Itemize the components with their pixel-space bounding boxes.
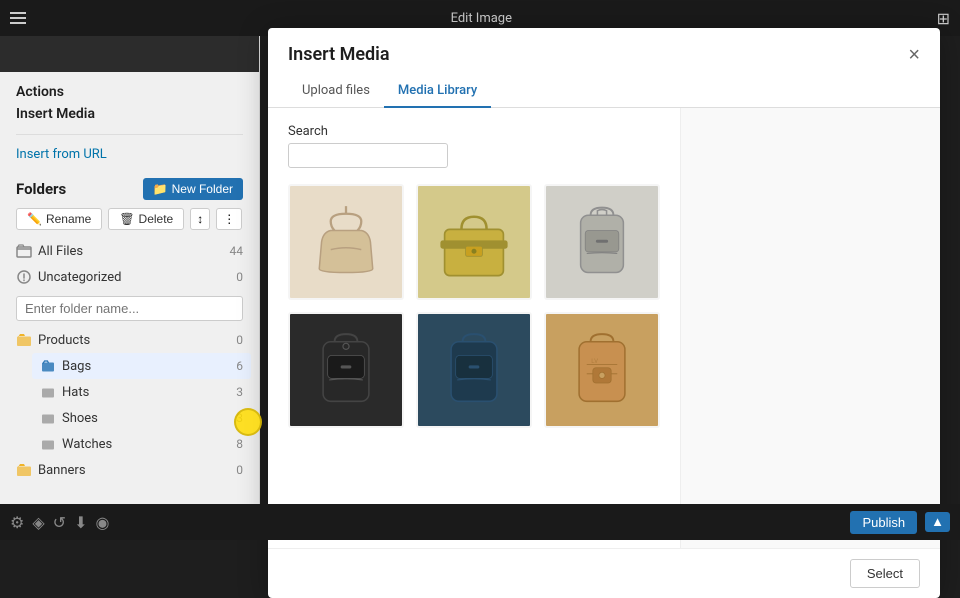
rename-icon: ✏️ [27,212,42,226]
subfolder-item-bags[interactable]: Bags 6 [32,353,251,379]
grid-icon[interactable]: ⊞ [937,9,950,28]
folder-item-all-files[interactable]: All Files 44 [8,238,251,264]
subfolder-name-hats: Hats [62,385,217,400]
bottom-bar: ⚙ ◈ ↺ ⬇ ◉ Publish ▲ [0,504,960,540]
folder-name-products: Products [38,333,217,348]
new-folder-name-container [8,290,251,327]
modal-body: Search [268,108,940,548]
sidebar-actions-section: Actions Insert Media [0,72,259,122]
media-thumbnail-5 [418,314,530,426]
subfolder-item-shoes[interactable]: Shoes 3 [32,405,251,431]
trash-icon: 🗑 [119,212,134,226]
subfolder-name-watches: Watches [62,437,217,452]
folder-count-products: 0 [223,333,243,347]
folder-icon-hats [40,384,56,400]
folder-item-banners[interactable]: Banners 0 [8,457,251,483]
subfolder-count-watches: 8 [223,437,243,451]
subfolder-count-shoes: 3 [223,411,243,425]
folders-header: Folders 📁 New Folder [0,166,259,208]
modal-footer: Select [268,548,940,598]
media-item-5[interactable] [416,312,532,428]
sort-button[interactable]: ↕ [190,208,210,230]
folder-icon-bags [40,358,56,374]
subfolders-container: Bags 6 Hats 3 Shoes 3 [8,353,251,457]
folder-icon-uncategorized [16,269,32,285]
select-button[interactable]: Select [850,559,920,588]
menu-icon[interactable] [10,12,26,24]
subfolder-count-bags: 6 [223,359,243,373]
actions-title: Actions [16,84,243,100]
modal-close-button[interactable]: × [908,45,920,65]
folder-icon-products [16,332,32,348]
folder-icon-watches [40,436,56,452]
download-icon[interactable]: ⬇ [74,513,87,532]
media-item-4[interactable] [288,312,404,428]
media-thumbnail-3 [546,186,658,298]
sidebar-top-bar [0,36,259,72]
tab-upload-files[interactable]: Upload files [288,75,384,108]
folder-item-uncategorized[interactable]: Uncategorized 0 [8,264,251,290]
delete-button[interactable]: 🗑 Delete [108,208,184,230]
chevron-up-icon[interactable]: ▲ [925,512,950,532]
folder-icon-banners [16,462,32,478]
folder-count-uncategorized: 0 [223,270,243,284]
tab-media-library[interactable]: Media Library [384,75,491,108]
more-options-button[interactable]: ⋮ [216,208,242,230]
settings-icon[interactable]: ⚙ [10,513,24,532]
subfolder-name-bags: Bags [62,359,217,374]
media-thumbnail-6: LV [546,314,658,426]
subfolder-name-shoes: Shoes [62,411,217,426]
search-label: Search [288,124,660,139]
folder-name-all-files: All Files [38,244,217,259]
folders-title: Folders [16,180,66,198]
media-thumbnail-2 [418,186,530,298]
folder-item-products[interactable]: Products 0 [8,327,251,353]
media-thumbnail-1 [290,186,402,298]
modal-main-content: Search [268,108,680,548]
media-item-3[interactable] [544,184,660,300]
publish-button[interactable]: Publish [850,511,917,534]
folder-name-uncategorized: Uncategorized [38,270,217,285]
visibility-icon[interactable]: ◉ [95,513,109,532]
search-area: Search [288,124,660,168]
modal-title: Insert Media [288,44,390,65]
modal-sidebar [680,108,940,548]
folder-plus-icon: 📁 [153,182,168,196]
media-item-6[interactable]: LV [544,312,660,428]
media-thumbnail-4 [290,314,402,426]
subfolder-count-hats: 3 [223,385,243,399]
search-input[interactable] [288,143,448,168]
rename-button[interactable]: ✏️ Rename [16,208,102,230]
folder-icon-shoes [40,410,56,426]
history-icon[interactable]: ↺ [53,513,66,532]
insert-media-title: Insert Media [16,106,243,122]
folder-list: All Files 44 Uncategorized 0 Products 0 [0,238,259,483]
folder-icon-all-files [16,243,32,259]
folder-count-all-files: 44 [223,244,243,258]
subfolder-item-hats[interactable]: Hats 3 [32,379,251,405]
new-folder-name-input[interactable] [16,296,243,321]
modal-tabs: Upload files Media Library [268,75,940,108]
folder-count-banners: 0 [223,463,243,477]
left-sidebar: Actions Insert Media Insert from URL Fol… [0,36,260,504]
subfolder-item-watches[interactable]: Watches 8 [32,431,251,457]
folder-actions-bar: ✏️ Rename 🗑 Delete ↕ ⋮ [0,208,259,238]
top-bar-title: Edit Image [34,11,929,26]
insert-from-url-link[interactable]: Insert from URL [16,143,243,166]
svg-text:LV: LV [591,358,598,365]
folder-name-banners: Banners [38,463,217,478]
media-grid: LV [288,184,660,428]
media-item-2[interactable] [416,184,532,300]
layers-icon[interactable]: ◈ [32,513,44,532]
media-item-1[interactable] [288,184,404,300]
modal-header: Insert Media × [268,28,940,65]
new-folder-button[interactable]: 📁 New Folder [143,178,243,200]
